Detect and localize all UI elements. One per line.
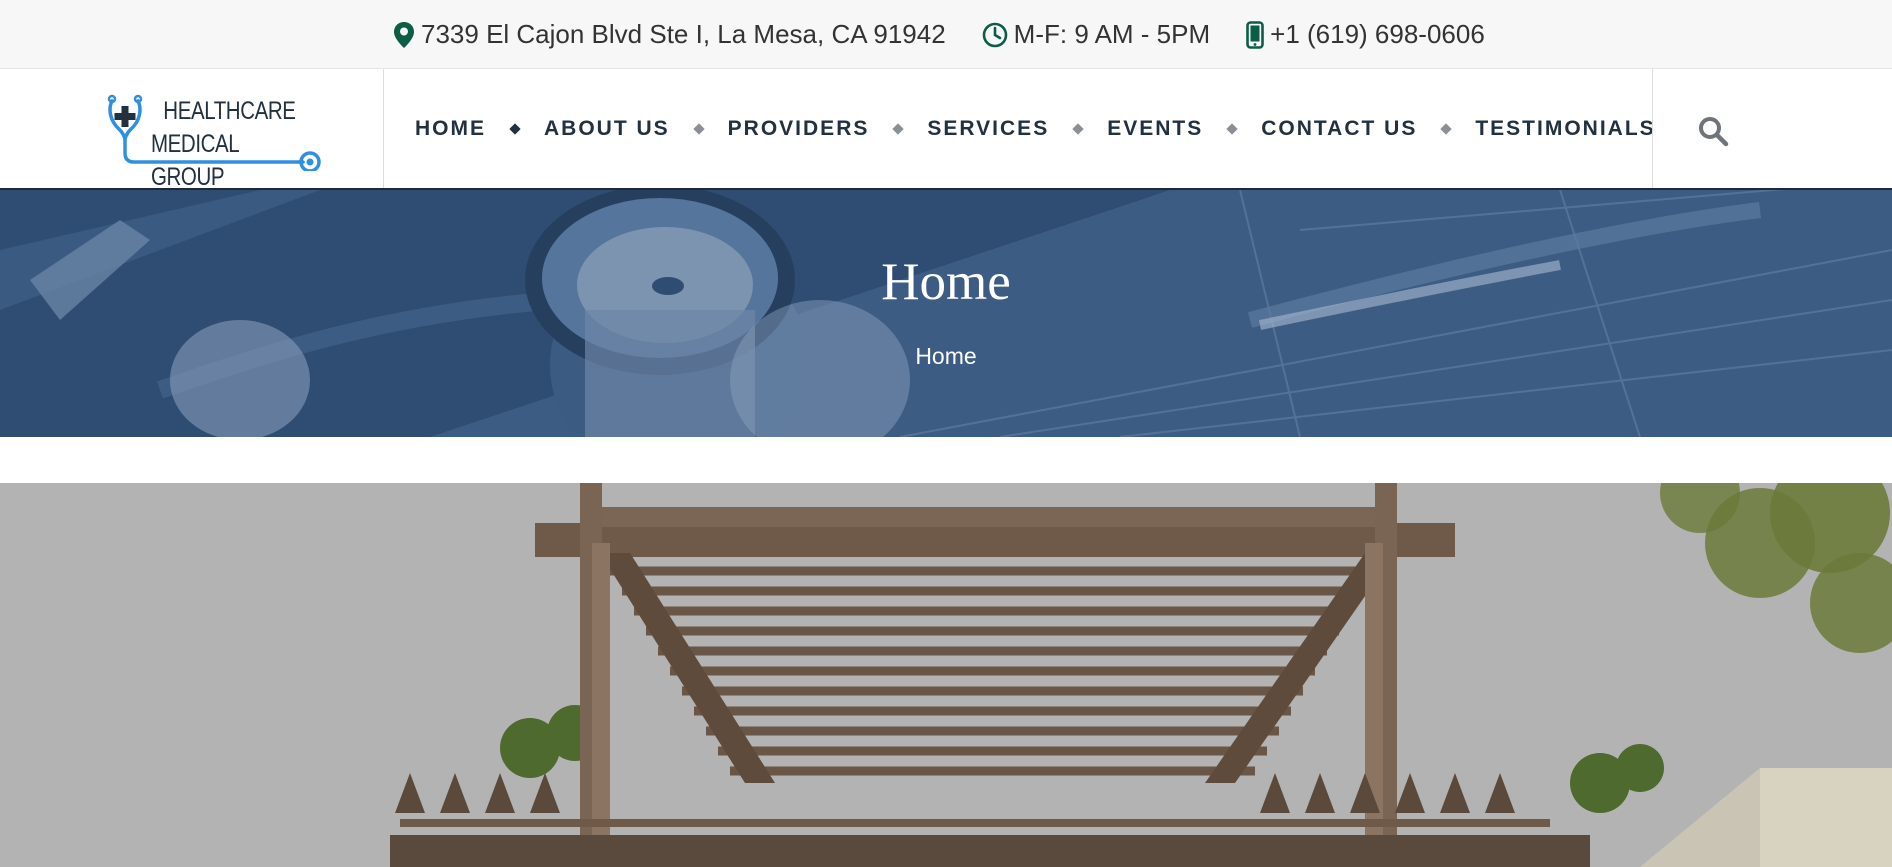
hours-info: M-F: 9 AM - 5PM: [982, 19, 1210, 50]
page-title: Home: [881, 253, 1011, 311]
main-nav: HOME ABOUT US PROVIDERS SERVICES EVENTS …: [415, 69, 1656, 188]
nav-about-us[interactable]: ABOUT US: [544, 117, 670, 141]
nav-separator: [1440, 122, 1453, 135]
logo-line-2: MEDICAL GROUP: [151, 130, 239, 191]
logo-text: HEALTHCARE MEDICAL GROUP: [151, 95, 296, 194]
nav-separator: [693, 122, 705, 135]
pergola-photo: [0, 483, 1892, 867]
map-marker-icon: [394, 21, 414, 48]
address-info: 7339 El Cajon Blvd Ste I, La Mesa, CA 91…: [393, 19, 946, 50]
search-icon[interactable]: [1697, 115, 1729, 147]
site-header: HEALTHCARE MEDICAL GROUP HOME ABOUT US P…: [0, 69, 1892, 191]
stethoscope-background-image: [0, 190, 1892, 437]
phone-info[interactable]: +1 (619) 698-0606: [1246, 19, 1485, 50]
nav-separator: [1226, 122, 1238, 135]
address-text: 7339 El Cajon Blvd Ste I, La Mesa, CA 91…: [421, 19, 946, 49]
nav-separator: [1072, 122, 1084, 135]
breadcrumb[interactable]: Home: [0, 343, 1892, 370]
header-divider-left: [383, 69, 384, 188]
clock-icon: [982, 22, 1007, 47]
logo-line-1: HEALTHCARE: [163, 97, 296, 125]
nav-separator: [509, 122, 521, 135]
top-info-bar: 7339 El Cajon Blvd Ste I, La Mesa, CA 91…: [0, 0, 1892, 69]
nav-events[interactable]: EVENTS: [1107, 117, 1203, 141]
header-divider-right: [1652, 69, 1653, 188]
nav-testimonials[interactable]: TESTIMONIALS: [1475, 117, 1655, 141]
nav-separator: [892, 122, 905, 135]
mobile-phone-icon: [1246, 20, 1264, 49]
nav-home[interactable]: HOME: [415, 117, 486, 141]
nav-contact-us[interactable]: CONTACT US: [1261, 117, 1417, 141]
phone-text[interactable]: +1 (619) 698-0606: [1270, 19, 1485, 50]
site-logo[interactable]: HEALTHCARE MEDICAL GROUP: [106, 91, 326, 191]
pergola-image: [0, 483, 1892, 867]
page-hero-banner: Home Home: [0, 190, 1892, 437]
nav-services[interactable]: SERVICES: [927, 117, 1049, 141]
hours-text: M-F: 9 AM - 5PM: [1013, 19, 1211, 49]
nav-providers[interactable]: PROVIDERS: [728, 117, 870, 141]
